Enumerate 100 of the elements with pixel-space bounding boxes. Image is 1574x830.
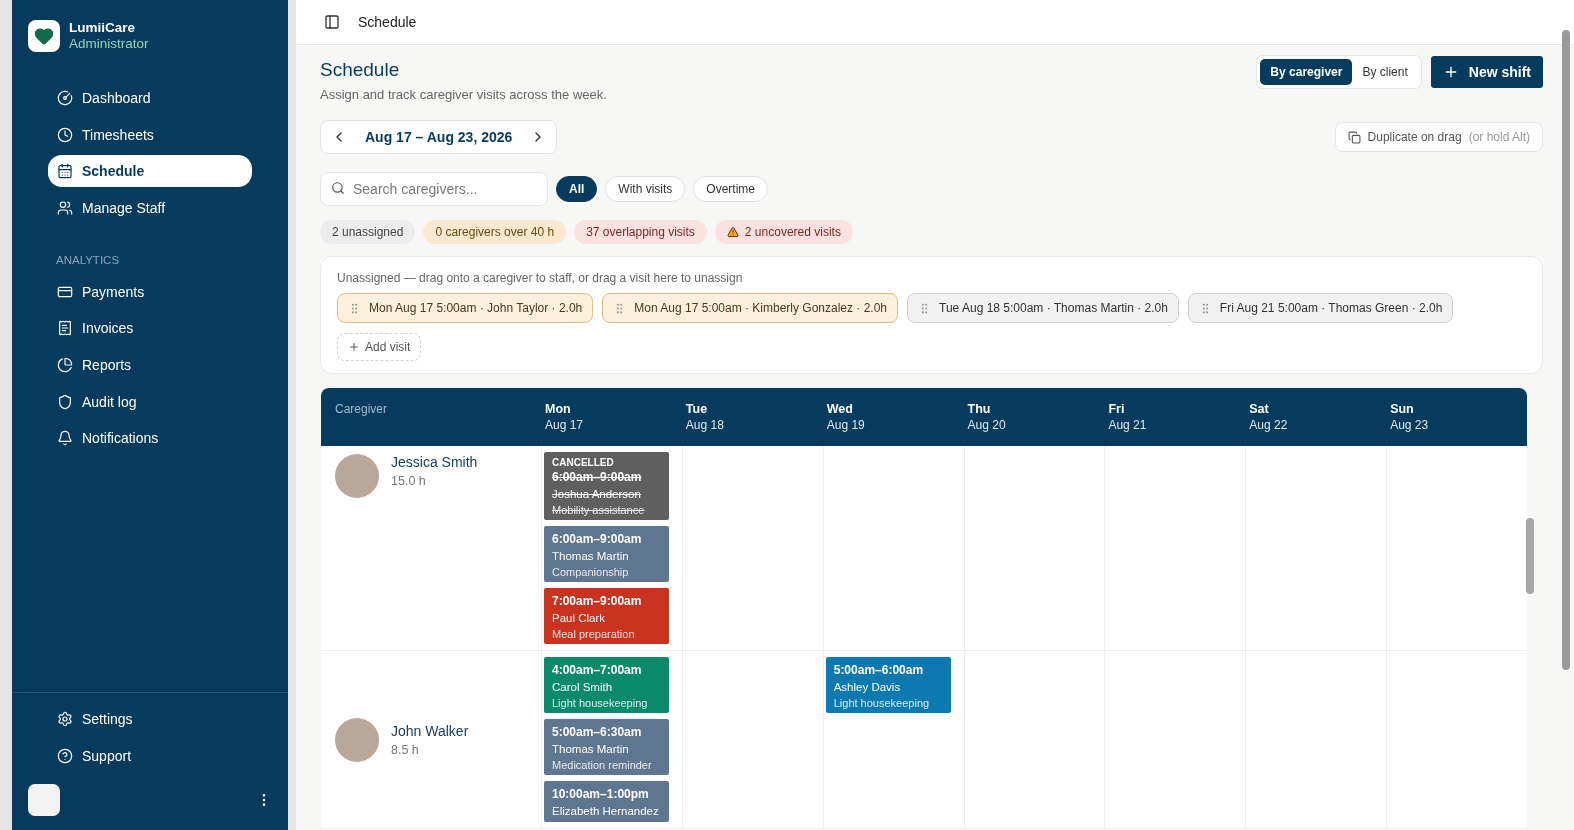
day-date: Aug 19 xyxy=(826,418,866,432)
visit-client: Carol Smith xyxy=(552,680,614,695)
visit-card[interactable]: CANCELLED 6:00am–9:00am Joshua Anderson Mobility assistance xyxy=(544,452,669,520)
nav-icon xyxy=(57,90,73,106)
plus-icon xyxy=(348,341,360,353)
visit-time: 10:00am–1:00pm xyxy=(552,786,650,802)
nav-icon xyxy=(57,199,73,216)
sidebar-item[interactable]: Reports xyxy=(48,348,252,381)
nav-icon xyxy=(57,430,73,447)
user-role: Administrator xyxy=(69,36,149,52)
avatar-placeholder xyxy=(335,717,379,762)
visit-time: 6:00am–9:00am xyxy=(552,531,643,547)
copy-icon xyxy=(1347,130,1361,144)
scrollbar[interactable] xyxy=(1562,30,1570,670)
unassigned-hint: Unassigned — drag onto a caregiver to staff, or drag a visit here to unassign xyxy=(337,271,744,285)
view-option[interactable]: By client xyxy=(1352,59,1418,85)
sidebar-item[interactable]: Settings xyxy=(48,703,252,736)
visit-client: Elizabeth Hernandez xyxy=(552,804,660,819)
day-name: Tue xyxy=(685,402,709,416)
visit-service: Light housekeeping xyxy=(552,696,649,710)
sidebar-item[interactable]: Support xyxy=(48,740,252,772)
duplicate-button[interactable]: Duplicate on drag (or hold Alt) xyxy=(1334,122,1543,152)
visit-client: Ashley Davis xyxy=(833,680,902,695)
nav-icon xyxy=(57,126,73,143)
sidebar-item[interactable]: Manage Staff xyxy=(48,191,252,224)
day-name: Sat xyxy=(1249,402,1270,416)
nav-icon xyxy=(57,356,73,373)
search-field[interactable]: Search caregivers... xyxy=(320,172,548,206)
unassigned-visit[interactable]: Tue Aug 18 5:00am · Thomas Martin · 2.0h xyxy=(907,293,1179,323)
page-subtitle: Assign and track caregiver visits across the week. xyxy=(320,87,607,102)
visit-time: 5:00am–6:30am xyxy=(552,724,643,740)
caregiver-hours: 8.5 h xyxy=(391,742,420,757)
sidebar-item[interactable]: Invoices xyxy=(48,312,252,345)
visit-service: Medication reminder xyxy=(552,758,653,772)
caregiver-name[interactable]: Jessica Smith xyxy=(391,454,478,470)
scrollbar[interactable] xyxy=(1526,518,1534,594)
day-date: Aug 20 xyxy=(967,418,1007,432)
nav-icon xyxy=(57,748,73,764)
filter-pill[interactable]: Overtime xyxy=(693,176,769,202)
day-name: Wed xyxy=(826,402,854,416)
column-heading: Caregiver xyxy=(334,401,389,418)
unassigned-visit[interactable]: Mon Aug 17 5:00am · Kimberly Gonzalez · 2.0h xyxy=(602,293,899,323)
avatar-placeholder xyxy=(335,454,379,498)
stat-badge: 37 overlapping visits xyxy=(574,220,707,244)
filter-pill[interactable]: With visits xyxy=(605,176,686,202)
visit-card[interactable]: 5:00am–6:30am Thomas Martin Medication reminder xyxy=(544,719,669,775)
stat-badge: 0 caregivers over 40 h xyxy=(423,220,567,244)
visit-service: Meal preparation xyxy=(552,627,636,641)
unassigned-visit[interactable]: Mon Aug 17 5:00am · John Taylor · 2.0h xyxy=(337,293,594,323)
logo-icon xyxy=(28,20,60,52)
day-name: Fri xyxy=(1108,402,1126,416)
user-avatar[interactable] xyxy=(28,784,60,816)
day-date: Aug 23 xyxy=(1390,418,1430,432)
view-option[interactable]: By caregiver xyxy=(1260,59,1353,85)
stat-badge: 2 unassigned xyxy=(320,220,416,244)
nav-icon xyxy=(57,320,73,337)
page-title: Schedule xyxy=(320,59,401,81)
sidebar-item[interactable]: Payments xyxy=(48,275,252,308)
breadcrumb: Schedule xyxy=(358,14,417,30)
visit-card[interactable]: 5:00am–6:00am Ashley Davis Light housekeeping xyxy=(825,657,951,713)
caregiver-name[interactable]: John Walker xyxy=(391,722,469,739)
nav-icon xyxy=(57,163,73,180)
visit-time: 5:00am–6:00am xyxy=(833,662,925,678)
new-shift-button[interactable]: New shift xyxy=(1430,56,1543,88)
sidebar-item[interactable]: Dashboard xyxy=(48,82,252,114)
filter-pill[interactable]: All xyxy=(556,176,598,202)
sidebar-toggle-icon[interactable] xyxy=(324,14,340,30)
week-range: Aug 17 – Aug 23, 2026 xyxy=(365,129,513,145)
brand-name: LumiiCare xyxy=(69,20,137,36)
visit-time: 4:00am–7:00am xyxy=(552,662,643,678)
sidebar-item[interactable]: Notifications xyxy=(48,422,252,455)
sidebar-item[interactable]: Audit log xyxy=(48,385,252,418)
nav-icon xyxy=(57,393,73,410)
sidebar-item[interactable]: Schedule xyxy=(48,155,252,188)
unassigned-visit[interactable]: Fri Aug 21 5:00am · Thomas Green · 2.0h xyxy=(1187,293,1454,323)
add-visit-button[interactable]: Add visit xyxy=(337,333,422,361)
visit-time: 7:00am–9:00am xyxy=(552,593,643,609)
nav-icon xyxy=(57,711,73,728)
visit-card[interactable]: 7:00am–9:00am Paul Clark Meal preparation xyxy=(544,588,669,644)
day-date: Aug 18 xyxy=(685,418,725,432)
visit-time: 6:00am–9:00am xyxy=(552,469,643,485)
day-name: Mon xyxy=(545,402,572,416)
stat-badge: 2 uncovered visits xyxy=(714,220,853,244)
visit-card[interactable]: 6:00am–9:00am Thomas Martin Companionship xyxy=(544,526,669,582)
search-icon xyxy=(331,181,345,195)
visit-status: CANCELLED xyxy=(552,457,615,468)
day-date: Aug 21 xyxy=(1108,418,1148,432)
caregiver-hours: 15.0 h xyxy=(391,474,427,488)
visit-service: Light housekeeping xyxy=(833,696,931,710)
section-title: ANALYTICS xyxy=(55,253,121,266)
visit-client: Paul Clark xyxy=(552,611,607,626)
visit-card[interactable]: 10:00am–1:00pm Elizabeth Hernandez xyxy=(544,781,669,822)
visit-client: Thomas Martin xyxy=(552,742,630,757)
sidebar-item[interactable]: Timesheets xyxy=(48,118,252,151)
day-name: Thu xyxy=(967,402,992,416)
visit-service: Mobility assistance xyxy=(552,503,646,517)
visit-client: Thomas Martin xyxy=(552,549,630,564)
day-date: Aug 22 xyxy=(1249,418,1289,432)
visit-client: Joshua Anderson xyxy=(552,487,642,502)
visit-card[interactable]: 4:00am–7:00am Carol Smith Light housekeeping xyxy=(544,657,669,713)
